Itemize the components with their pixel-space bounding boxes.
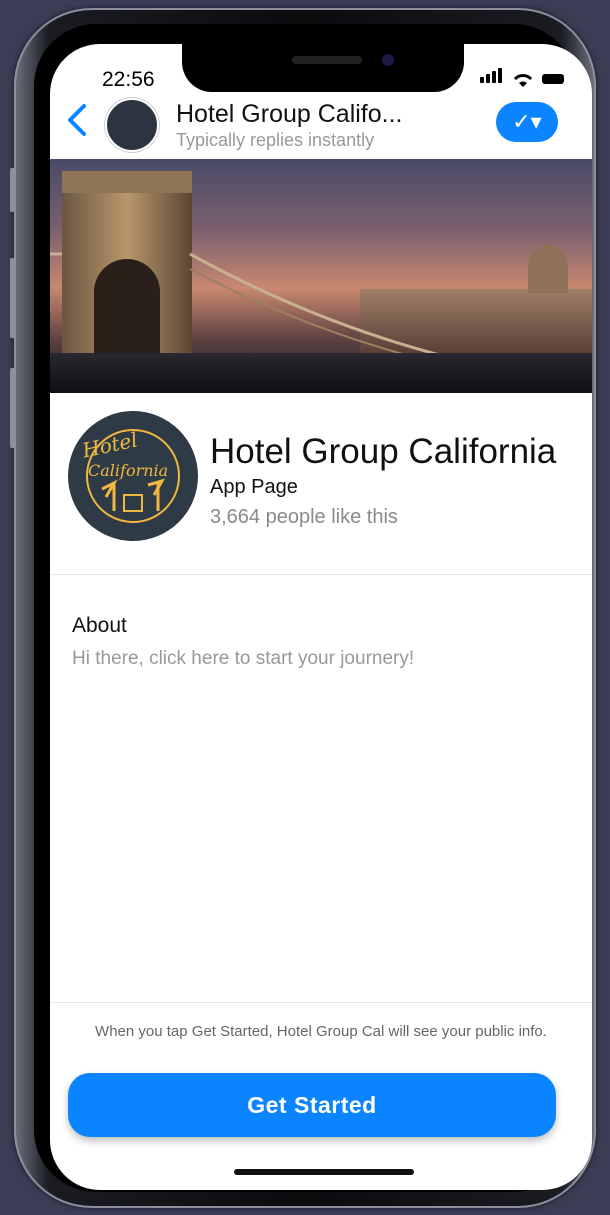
about-heading: About	[72, 614, 127, 637]
battery-icon	[542, 74, 564, 84]
reply-status: Typically replies instantly	[176, 130, 375, 150]
river	[50, 353, 592, 393]
cover-photo	[50, 159, 592, 393]
palm-tree-icon	[86, 429, 180, 523]
likes-count: 3,664 people like this	[210, 506, 398, 528]
get-started-button[interactable]: Get Started	[68, 1073, 556, 1137]
chat-header: Hotel Group Califo... Typically replies …	[50, 96, 592, 158]
phone-frame: 22:56 Hotel Group Califo... Typically re…	[10, 8, 596, 1208]
notch	[182, 44, 464, 92]
home-indicator	[234, 1169, 414, 1175]
volume-up-button	[10, 258, 16, 338]
privacy-notice: When you tap Get Started, Hotel Group Ca…	[95, 1023, 547, 1040]
status-time: 22:56	[102, 68, 155, 91]
screen: 22:56 Hotel Group Califo... Typically re…	[50, 44, 592, 1190]
about-text: Hi there, click here to start your journ…	[72, 648, 415, 669]
page-name: Hotel Group California	[210, 432, 557, 471]
speaker	[292, 56, 362, 64]
signal-icon	[480, 68, 504, 88]
page-type: App Page	[210, 476, 298, 498]
avatar[interactable]	[105, 98, 159, 152]
status-icons	[480, 68, 564, 88]
volume-down-button	[10, 368, 16, 448]
page-title: Hotel Group Califo...	[176, 100, 403, 128]
volume-button	[10, 168, 16, 212]
camera	[382, 54, 394, 66]
profile-section: Hotel California Hotel Group California …	[50, 394, 592, 575]
wifi-icon	[513, 74, 533, 87]
hotel-logo[interactable]: Hotel California	[68, 411, 198, 541]
checkmark-dropdown-icon[interactable]: ✓▾	[496, 102, 558, 142]
footer: When you tap Get Started, Hotel Group Ca…	[50, 1002, 592, 1190]
chevron-left-icon[interactable]	[64, 100, 90, 147]
